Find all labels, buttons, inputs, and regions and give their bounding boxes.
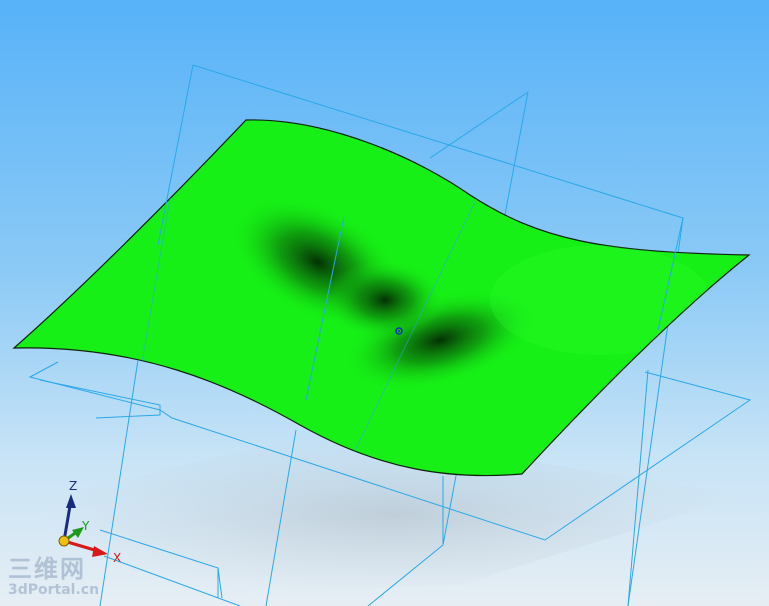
triad-origin	[58, 535, 70, 547]
surface-highlight	[490, 245, 710, 355]
scene-canvas	[12, 64, 752, 606]
z-axis-label: Z	[69, 479, 78, 493]
x-axis-label: X	[113, 551, 122, 565]
right-plane-front-edge	[429, 91, 529, 159]
y-axis-label: Y	[82, 519, 90, 533]
surface-valley-shading-3	[325, 260, 445, 340]
watermark-text-cn: 三维网	[8, 555, 86, 583]
watermark-logo: 三维网 3dPortal.cn	[8, 556, 108, 598]
3d-viewport[interactable]: Z Y X 三维网 3dPortal.cn	[0, 0, 769, 606]
watermark-text-en: 3dPortal.cn	[8, 582, 100, 598]
top-plane-left-notch	[39, 379, 161, 419]
